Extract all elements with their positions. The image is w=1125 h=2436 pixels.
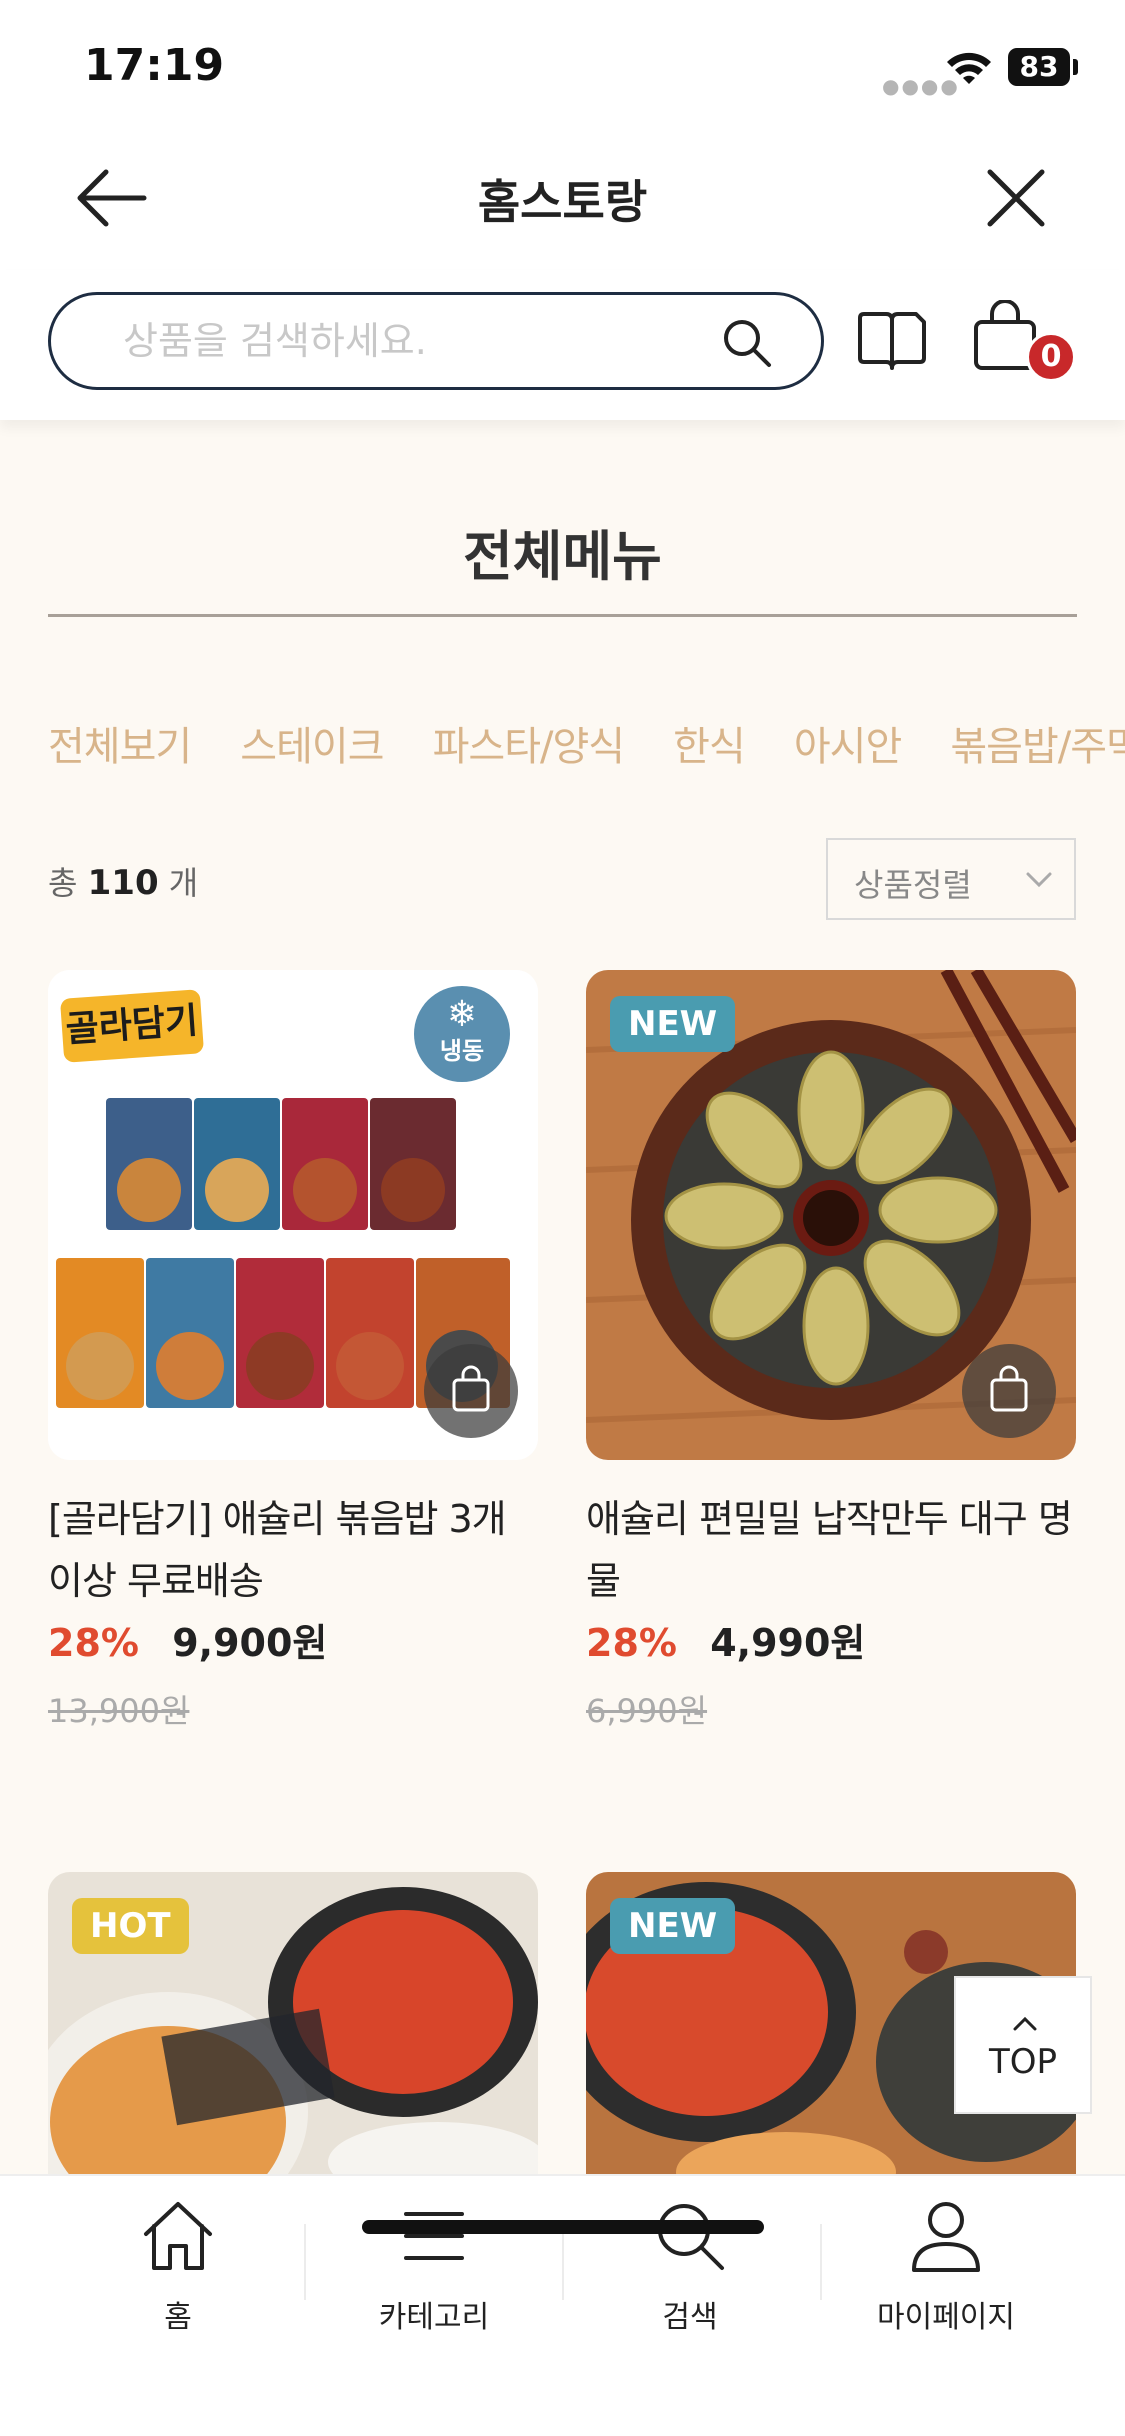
wifi-icon [947,52,991,84]
book-icon[interactable] [856,310,928,372]
search-icon [658,2204,724,2270]
nav-divider [820,2224,822,2300]
total-count: 총 110 개 [48,858,198,904]
category-tab-asian[interactable]: 아시안 [794,714,902,772]
add-to-cart-button[interactable] [962,1344,1056,1438]
search-icon[interactable] [719,315,775,371]
snowflake-icon: ❄ [446,994,478,1035]
page-title: 홈스토랑 [477,175,648,229]
close-icon[interactable] [980,162,1052,234]
hot-badge: HOT [72,1898,189,1954]
shopping-bag-icon [452,1365,490,1412]
battery-tip [1073,59,1078,75]
nav-label: 검색 [662,2300,718,2335]
section-divider [48,614,1077,617]
product-card[interactable]: NEW 애슐리 편밀밀 납작만두 대구 명물 28% 4,990원 6,990원 [586,970,1076,1730]
cart-count-badge: 0 [1026,332,1076,382]
nav-item-search[interactable]: 검색 [590,2198,790,2338]
sort-label: 상품정렬 [854,866,972,904]
status-time: 17:19 [84,40,225,91]
original-price: 13,900원 [48,1692,190,1730]
product-card[interactable]: 골라담기 ❄ 냉동 [골라담기] 애슐리 볶음밥 3개이상 무료배송 28% 9… [48,970,538,1730]
category-tab-all[interactable]: 전체보기 [48,714,192,772]
original-price: 6,990원 [586,1692,708,1730]
sale-price: 9,900원 [172,1621,328,1665]
nav-divider [562,2224,564,2300]
section-title: 전체메뉴 [463,525,662,588]
nav-label: 마이페이지 [877,2300,1015,2335]
nav-item-home[interactable]: 홈 [78,2198,278,2338]
product-image[interactable]: 골라담기 ❄ 냉동 [48,970,538,1460]
menu-icon [404,2212,464,2260]
nav-item-category[interactable]: 카테고리 [334,2198,534,2338]
nav-label: 홈 [164,2300,192,2335]
shopping-bag-icon [990,1365,1028,1412]
brand-tag: 골라담기 [59,989,205,1063]
search-input[interactable] [123,315,683,367]
new-badge: NEW [610,1898,736,1954]
product-name[interactable]: 애슐리 편밀밀 납작만두 대구 명물 [586,1488,1076,1612]
chevron-down-icon [1026,872,1052,888]
top-label: TOP [988,2042,1058,2082]
category-tab-korean[interactable]: 한식 [673,714,746,772]
sort-dropdown[interactable]: 상품정렬 [826,838,1076,920]
chevron-up-icon [1013,2016,1037,2031]
frozen-label: 냉동 [439,1037,485,1065]
total-suffix: 개 [168,864,199,902]
new-badge: NEW [610,996,736,1052]
nav-divider [304,2224,306,2300]
user-icon [912,2202,980,2272]
total-prefix: 총 [48,864,78,902]
home-icon [144,2202,212,2270]
bottom-navigation: 홈 카테고리 검색 마이페이지 [0,2174,1125,2436]
search-box[interactable] [48,292,824,390]
price-row: 28% 4,990원 [586,1612,865,1667]
discount-rate: 28% [48,1621,139,1665]
add-to-cart-button[interactable] [424,1344,518,1438]
status-bar: 17:19 ●●●● 83 [0,0,1125,130]
price-row: 28% 9,900원 [48,1612,327,1667]
nav-label: 카테고리 [378,2300,490,2335]
app-header: 홈스토랑 [0,130,1125,270]
search-row: 0 [0,270,1125,420]
product-name[interactable]: [골라담기] 애슐리 볶음밥 3개이상 무료배송 [48,1488,538,1612]
nav-item-mypage[interactable]: 마이페이지 [846,2198,1046,2338]
home-indicator [362,2220,764,2234]
category-tab-fried-rice[interactable]: 볶음밥/주먹밥 [950,714,1125,772]
product-image[interactable]: HOT [48,1872,538,2174]
discount-rate: 28% [586,1621,677,1665]
scroll-top-button[interactable]: TOP [954,1976,1092,2114]
total-number: 110 [87,863,159,903]
category-tab-steak[interactable]: 스테이크 [240,714,384,772]
frozen-badge: ❄ 냉동 [414,986,510,1082]
product-image[interactable]: NEW [586,970,1076,1460]
category-tab-pasta[interactable]: 파스타/양식 [433,714,625,772]
sale-price: 4,990원 [710,1621,866,1665]
category-tabs: 전체보기 스테이크 파스타/양식 한식 아시안 볶음밥/주먹밥 [48,714,1125,774]
battery-indicator: 83 [1008,48,1070,86]
product-card[interactable]: HOT [48,1872,538,2174]
